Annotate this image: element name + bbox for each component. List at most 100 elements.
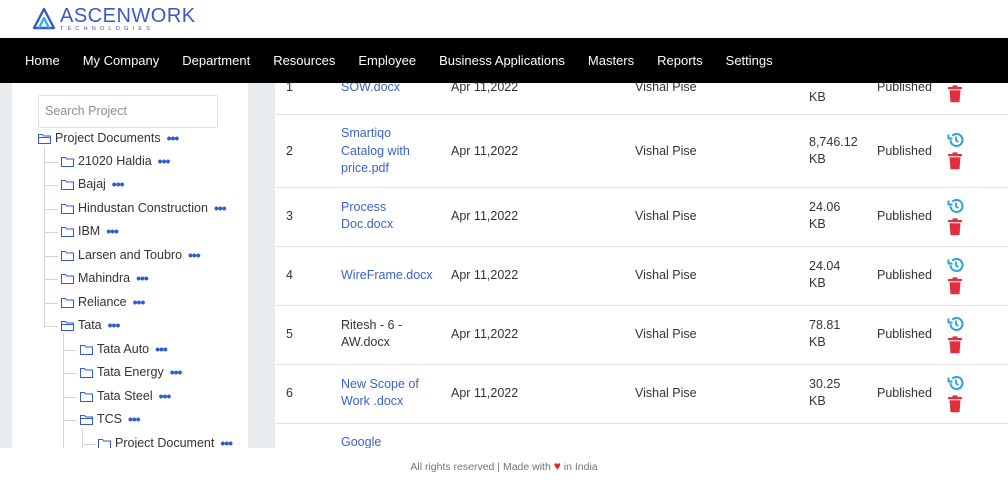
more-options-icon[interactable]: ••• bbox=[106, 224, 119, 238]
folder-open-icon bbox=[38, 133, 51, 144]
brand-logo[interactable]: ASCENWORK TECHNOLOGIES bbox=[32, 6, 196, 33]
nav-reports[interactable]: Reports bbox=[657, 53, 703, 68]
document-name-link[interactable]: price.pdf bbox=[341, 160, 389, 178]
document-name-link[interactable]: Google bbox=[341, 434, 381, 448]
history-icon[interactable] bbox=[947, 374, 965, 392]
delete-icon[interactable] bbox=[947, 85, 969, 106]
more-options-icon[interactable]: ••• bbox=[159, 389, 172, 403]
more-options-icon[interactable]: ••• bbox=[170, 365, 183, 379]
tree-node-label: TCS bbox=[97, 412, 122, 426]
nav-settings[interactable]: Settings bbox=[726, 53, 773, 68]
document-name-link[interactable]: Process bbox=[341, 199, 386, 217]
project-tree-panel: Search Project Project Documents ••• 210… bbox=[12, 83, 248, 448]
more-options-icon[interactable]: ••• bbox=[136, 271, 149, 285]
tree-node-label: Tata bbox=[78, 318, 102, 332]
document-size-unit: KB bbox=[809, 217, 826, 231]
tree-node-larsen-and-toubro[interactable]: Larsen and Toubro ••• bbox=[61, 248, 201, 262]
tree-connector bbox=[63, 373, 77, 374]
folder-icon bbox=[61, 156, 74, 167]
tree-connector bbox=[44, 185, 58, 186]
document-name-link[interactable]: Smartiqo bbox=[341, 125, 391, 143]
tree-node-label: Reliance bbox=[78, 295, 127, 309]
more-options-icon[interactable]: ••• bbox=[108, 318, 121, 332]
nav-home[interactable]: Home bbox=[25, 53, 60, 68]
folder-icon bbox=[61, 179, 74, 190]
table-row: 3 Process Doc.docx Apr 11,2022 Vishal Pi… bbox=[275, 188, 1008, 247]
more-options-icon[interactable]: ••• bbox=[112, 177, 125, 191]
document-name-link[interactable]: Work .docx bbox=[341, 393, 403, 411]
tree-node-mahindra[interactable]: Mahindra ••• bbox=[61, 271, 149, 285]
document-size-unit: KB bbox=[809, 152, 826, 166]
tree-connector bbox=[44, 279, 58, 280]
document-date: Apr 11,2022 bbox=[451, 209, 519, 223]
document-name-link[interactable]: WireFrame.docx bbox=[341, 267, 433, 285]
document-date: Apr 11,2022 bbox=[451, 268, 519, 282]
document-status: Published bbox=[877, 386, 932, 400]
table-row: 1 SOW.docx Apr 11,2022 Vishal Pise KB Pu… bbox=[275, 83, 1008, 115]
document-size: 8,746.12 bbox=[809, 135, 858, 149]
history-icon[interactable] bbox=[947, 256, 965, 274]
footer-text: All rights reserved | Made with bbox=[410, 461, 551, 473]
folder-icon bbox=[80, 391, 93, 402]
history-icon[interactable] bbox=[947, 131, 965, 149]
document-owner: Vishal Pise bbox=[635, 83, 697, 94]
document-name-link[interactable]: Doc.docx bbox=[341, 216, 393, 234]
tree-node-ibm[interactable]: IBM ••• bbox=[61, 224, 119, 238]
tree-node-tata-steel[interactable]: Tata Steel ••• bbox=[80, 389, 172, 403]
tree-node-label: Bajaj bbox=[78, 177, 106, 191]
more-options-icon[interactable]: ••• bbox=[214, 201, 227, 215]
tree-node-label: 21020 Haldia bbox=[78, 154, 152, 168]
delete-icon[interactable] bbox=[947, 277, 963, 295]
tree-connector bbox=[82, 428, 83, 448]
nav-department[interactable]: Department bbox=[182, 53, 250, 68]
nav-my-company[interactable]: My Company bbox=[83, 53, 160, 68]
more-options-icon[interactable]: ••• bbox=[128, 412, 141, 426]
tree-connector bbox=[44, 256, 58, 257]
document-size-unit: KB bbox=[809, 335, 826, 349]
row-actions bbox=[947, 131, 969, 173]
tree-node-tata-auto[interactable]: Tata Auto ••• bbox=[80, 342, 168, 356]
document-name-link[interactable]: SOW.docx bbox=[341, 83, 400, 97]
more-options-icon[interactable]: ••• bbox=[133, 295, 146, 309]
more-options-icon[interactable]: ••• bbox=[220, 436, 233, 448]
more-options-icon[interactable]: ••• bbox=[188, 248, 201, 262]
table-row: 4 WireFrame.docx Apr 11,2022 Vishal Pise… bbox=[275, 247, 1008, 306]
history-icon[interactable] bbox=[947, 315, 965, 333]
document-size: 24.04 bbox=[809, 259, 841, 273]
row-actions bbox=[947, 197, 969, 239]
tree-connector bbox=[44, 232, 58, 233]
more-options-icon[interactable]: ••• bbox=[167, 131, 180, 145]
row-number: 2 bbox=[286, 144, 293, 158]
document-name-link[interactable]: Catalog with bbox=[341, 143, 410, 161]
tree-connector bbox=[44, 147, 45, 328]
tree-node-tcs[interactable]: TCS ••• bbox=[80, 412, 141, 426]
nav-employee[interactable]: Employee bbox=[358, 53, 416, 68]
nav-masters[interactable]: Masters bbox=[588, 53, 634, 68]
tree-node-root[interactable]: Project Documents ••• bbox=[38, 131, 180, 145]
tree-node-reliance[interactable]: Reliance ••• bbox=[61, 295, 146, 309]
tree-node-bajaj[interactable]: Bajaj ••• bbox=[61, 177, 124, 191]
tree-node-label: Tata Auto bbox=[97, 342, 150, 356]
nav-business-applications[interactable]: Business Applications bbox=[439, 53, 565, 68]
row-actions bbox=[947, 374, 969, 416]
document-size-unit: KB bbox=[809, 394, 826, 408]
document-name-link[interactable]: New Scope of bbox=[341, 376, 419, 394]
tree-node-tata-energy[interactable]: Tata Energy ••• bbox=[80, 365, 183, 379]
tree-node-project-document[interactable]: Project Document ••• bbox=[98, 436, 233, 448]
history-icon[interactable] bbox=[947, 197, 965, 215]
tree-node-tata[interactable]: Tata ••• bbox=[61, 318, 121, 332]
tree-node-hindustan-construction[interactable]: Hindustan Construction ••• bbox=[61, 201, 227, 215]
more-options-icon[interactable]: ••• bbox=[155, 342, 168, 356]
row-number: 3 bbox=[286, 209, 293, 223]
delete-icon[interactable] bbox=[947, 218, 963, 236]
document-date: Apr 11,2022 bbox=[451, 144, 519, 158]
delete-icon[interactable] bbox=[947, 152, 963, 170]
tree-node-21020-haldia[interactable]: 21020 Haldia ••• bbox=[61, 154, 171, 168]
nav-resources[interactable]: Resources bbox=[273, 53, 335, 68]
folder-icon bbox=[98, 438, 111, 448]
document-date: Apr 11,2022 bbox=[451, 327, 519, 341]
delete-icon[interactable] bbox=[947, 336, 963, 354]
document-owner: Vishal Pise bbox=[635, 144, 697, 158]
delete-icon[interactable] bbox=[947, 395, 963, 413]
more-options-icon[interactable]: ••• bbox=[158, 154, 171, 168]
